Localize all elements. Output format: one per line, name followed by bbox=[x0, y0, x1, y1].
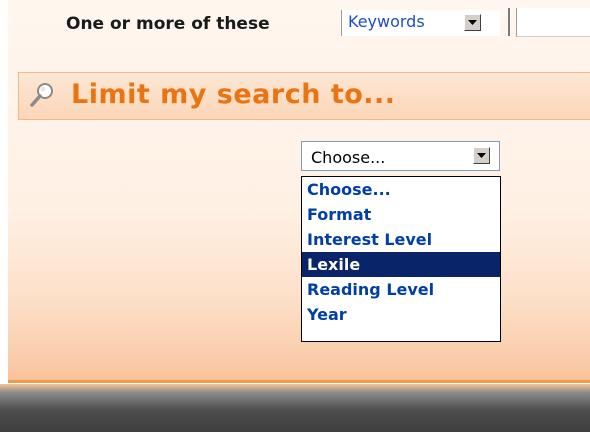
field-select[interactable]: Keywords bbox=[341, 10, 500, 36]
panel-divider bbox=[8, 380, 590, 383]
search-text-input[interactable] bbox=[516, 8, 590, 37]
limit-section-header: Limit my search to... bbox=[18, 72, 590, 120]
field-select-value: Keywords bbox=[348, 12, 425, 31]
option-reading-level[interactable]: Reading Level bbox=[302, 277, 500, 302]
option-lexile[interactable]: Lexile bbox=[302, 252, 500, 277]
search-row-label: One or more of these bbox=[66, 14, 270, 34]
limit-select[interactable]: Choose... bbox=[301, 141, 500, 171]
chevron-down-icon[interactable] bbox=[473, 147, 490, 164]
option-format[interactable]: Format bbox=[302, 202, 500, 227]
magnifier-icon bbox=[29, 81, 55, 113]
chevron-down-icon[interactable] bbox=[464, 14, 481, 31]
search-panel bbox=[8, 0, 590, 382]
limit-select-value: Choose... bbox=[311, 148, 386, 167]
option-choose[interactable]: Choose... bbox=[302, 177, 500, 202]
footer-bar bbox=[0, 384, 590, 432]
limit-section-title: Limit my search to... bbox=[71, 79, 396, 110]
limit-select-dropdown[interactable]: Choose... Format Interest Level Lexile R… bbox=[301, 176, 501, 342]
divider bbox=[508, 8, 510, 36]
option-year[interactable]: Year bbox=[302, 302, 500, 327]
option-interest-level[interactable]: Interest Level bbox=[302, 227, 500, 252]
